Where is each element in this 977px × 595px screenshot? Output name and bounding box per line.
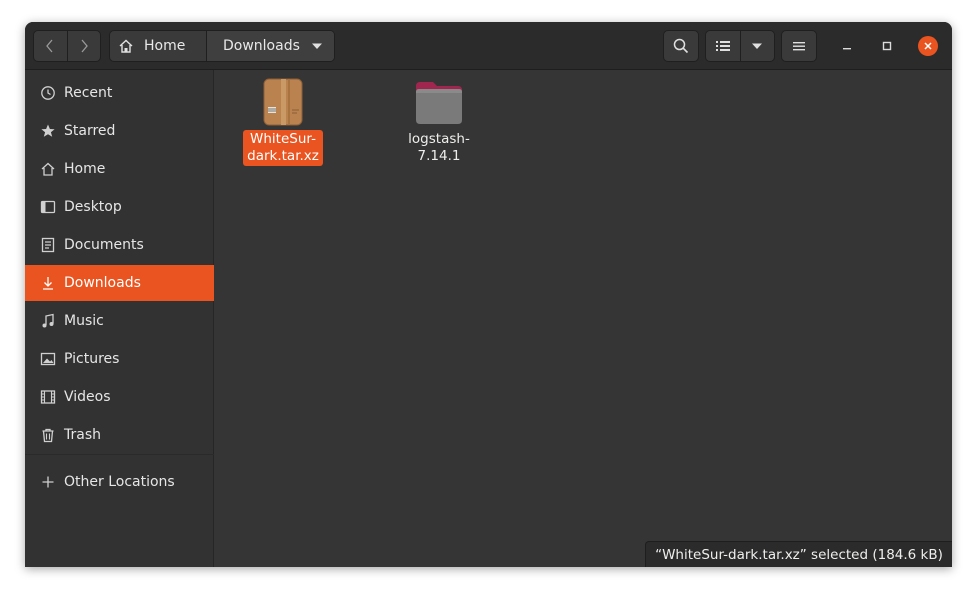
sidebar-item-trash[interactable]: Trash (25, 417, 214, 453)
maximize-button[interactable] (877, 36, 897, 56)
sidebar-item-recent[interactable]: Recent (25, 75, 214, 111)
download-icon (39, 274, 57, 292)
view-options (705, 30, 775, 62)
folder-icon (416, 82, 462, 124)
desktop-icon (39, 198, 57, 216)
sidebar-item-pictures[interactable]: Pictures (25, 341, 214, 377)
star-icon (39, 122, 57, 140)
file-name: logstash- 7.14.1 (408, 131, 470, 164)
sidebar-item-label: Desktop (64, 199, 122, 215)
archive-icon (263, 78, 303, 126)
sidebar-item-label: Downloads (64, 275, 141, 291)
chevron-right-icon (81, 39, 88, 53)
sidebar-item-downloads[interactable]: Downloads (25, 265, 214, 301)
film-icon (39, 388, 57, 406)
sidebar-item-label: Recent (64, 85, 113, 101)
clock-icon (39, 84, 57, 102)
search-button[interactable] (663, 30, 699, 62)
sidebar-item-label: Pictures (64, 351, 120, 367)
picture-icon (39, 350, 57, 368)
path-crumb-label: Home (144, 38, 186, 54)
close-icon (924, 42, 932, 50)
file-item-logstash[interactable]: logstash- 7.14.1 (394, 78, 484, 166)
status-bar: “WhiteSur-dark.tar.xz” selected (184.6 k… (645, 541, 952, 567)
sidebar-item-label: Starred (64, 123, 116, 139)
sidebar-item-other-locations[interactable]: Other Locations (25, 464, 214, 500)
search-icon (673, 38, 689, 54)
sidebar-item-label: Documents (64, 237, 144, 253)
chevron-down-icon (312, 43, 322, 49)
close-button[interactable] (918, 36, 938, 56)
navigation-buttons (33, 30, 101, 62)
sidebar-item-videos[interactable]: Videos (25, 379, 214, 415)
music-note-icon (39, 312, 57, 330)
sidebar-item-desktop[interactable]: Desktop (25, 189, 214, 225)
chevron-left-icon (46, 39, 53, 53)
trash-icon (39, 426, 57, 444)
headerbar: Home Downloads (25, 22, 952, 70)
document-icon (39, 236, 57, 254)
forward-button[interactable] (66, 31, 101, 61)
sidebar-item-documents[interactable]: Documents (25, 227, 214, 263)
chevron-down-icon (752, 43, 763, 49)
file-manager-window: Home Downloads Recent Starred Home Deskt… (25, 22, 952, 567)
file-item-whitesur[interactable]: WhiteSur- dark.tar.xz (238, 78, 328, 166)
sidebar-item-music[interactable]: Music (25, 303, 214, 339)
selection-status: “WhiteSur-dark.tar.xz” selected (184.6 k… (655, 546, 943, 563)
view-options-dropdown[interactable] (739, 31, 775, 61)
list-view-icon (715, 41, 730, 51)
minimize-button[interactable] (837, 36, 857, 56)
path-crumb-home[interactable]: Home (110, 31, 206, 61)
maximize-icon (882, 41, 892, 51)
path-crumb-label: Downloads (223, 38, 300, 54)
sidebar-separator (25, 454, 214, 455)
menu-button[interactable] (781, 30, 817, 62)
sidebar-item-label: Home (64, 161, 106, 177)
sidebar-item-label: Videos (64, 389, 111, 405)
path-bar: Home Downloads (109, 30, 335, 62)
places-sidebar: Recent Starred Home Desktop Documents Do… (25, 70, 214, 567)
sidebar-item-home[interactable]: Home (25, 151, 214, 187)
path-crumb-downloads[interactable]: Downloads (206, 31, 334, 61)
sidebar-item-label: Other Locations (64, 474, 175, 490)
file-view: WhiteSur- dark.tar.xz logstash- 7.14.1 “… (215, 70, 952, 567)
home-icon (119, 39, 133, 53)
file-name: WhiteSur- dark.tar.xz (243, 130, 323, 166)
sidebar-item-label: Music (64, 313, 104, 329)
back-button[interactable] (34, 31, 67, 61)
home-icon (39, 160, 57, 178)
hamburger-menu-icon (793, 42, 805, 51)
list-view-button[interactable] (706, 31, 740, 61)
minimize-icon (843, 48, 851, 50)
sidebar-item-starred[interactable]: Starred (25, 113, 214, 149)
plus-icon (39, 473, 57, 491)
sidebar-item-label: Trash (64, 427, 101, 443)
